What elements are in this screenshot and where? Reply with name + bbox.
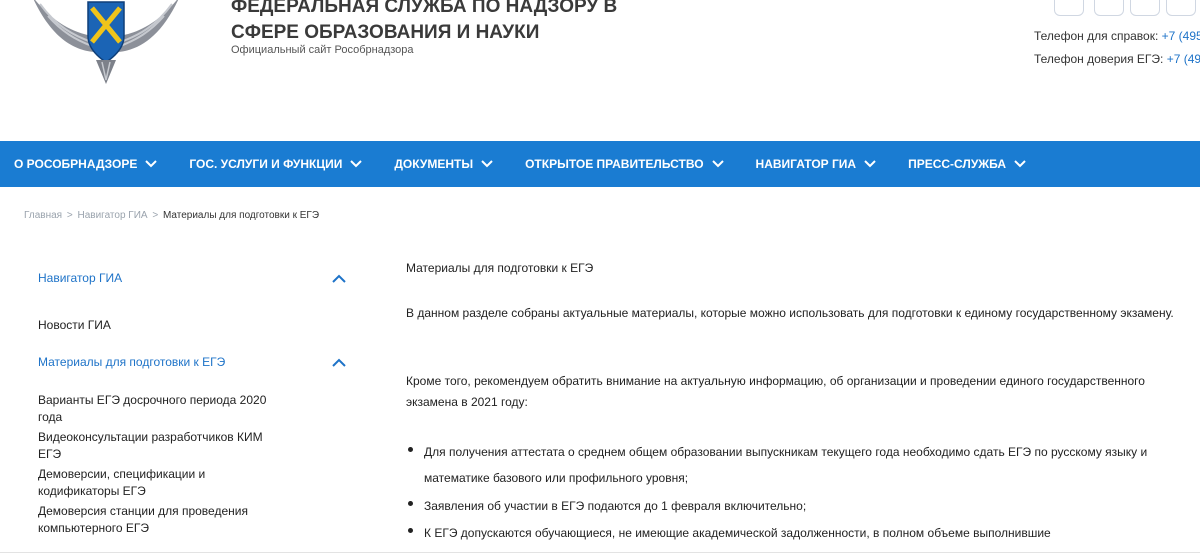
- nav-item-documents[interactable]: ДОКУМЕНТЫ: [394, 157, 493, 171]
- breadcrumb-home-link[interactable]: Главная: [24, 210, 62, 221]
- contact-label: Телефон для справок:: [1034, 29, 1159, 43]
- list-item-text: Для получения аттестата о среднем общем …: [424, 445, 1148, 485]
- list-item-text: К ЕГЭ допускаются обучающиеся, не имеющи…: [424, 526, 1051, 540]
- sidebar-item-video-consultations[interactable]: Видеоконсультации разработчиков КИМ ЕГЭ: [38, 429, 288, 463]
- contact-label: Телефон доверия ЕГЭ:: [1034, 52, 1164, 66]
- nav-item-label: ГОС. УСЛУГИ И ФУНКЦИИ: [189, 157, 343, 171]
- intro-paragraph: В данном разделе собраны актуальные мате…: [406, 306, 1174, 320]
- breadcrumb-separator: >: [66, 210, 73, 221]
- bullet-dot: [408, 501, 413, 506]
- bullet-dot: [408, 447, 413, 452]
- nav-item-label: ПРЕСС-СЛУЖБА: [908, 157, 1006, 171]
- divider: [0, 552, 1200, 553]
- nav-item-press[interactable]: ПРЕСС-СЛУЖБА: [908, 157, 1026, 171]
- list-item-text: Заявления об участии в ЕГЭ подаются до 1…: [424, 499, 807, 513]
- nav-item-label: ДОКУМЕНТЫ: [394, 157, 474, 171]
- sidebar-item-demo-station[interactable]: Демоверсия станции для проведения компью…: [38, 503, 288, 537]
- chevron-down-icon: [711, 160, 724, 168]
- sidebar-item-early-variants[interactable]: Варианты ЕГЭ досрочного периода 2020 год…: [38, 392, 288, 426]
- site-header: Федеральная служба по надзору в сфере об…: [0, 0, 1200, 141]
- sidebar-item-gia-navigator[interactable]: Навигатор ГИА: [38, 270, 288, 287]
- contact-line: Телефон для справок: +7 (495: [1034, 25, 1200, 48]
- contact-phone-link[interactable]: +7 (495: [1167, 52, 1200, 66]
- chevron-up-icon[interactable]: [332, 358, 346, 367]
- contact-phone-link[interactable]: +7 (495: [1162, 29, 1200, 43]
- chevron-down-icon: [350, 160, 363, 168]
- eagle-emblem-icon[interactable]: [22, 0, 190, 88]
- org-title-line: Федеральная служба по надзору в: [231, 0, 618, 17]
- sidebar-item-exam-materials[interactable]: Материалы для подготовки к ЕГЭ: [38, 354, 288, 371]
- chevron-down-icon: [864, 160, 876, 168]
- nav-item-label: ОТКРЫТОЕ ПРАВИТЕЛЬСТВО: [525, 157, 704, 171]
- chevron-down-icon: [1014, 160, 1026, 168]
- nav-item-label: О РОСОБРНАДЗОРЕ: [14, 157, 138, 171]
- chevron-up-icon[interactable]: [332, 274, 346, 283]
- note-paragraph: Кроме того, рекомендуем обратить внимани…: [406, 374, 1145, 409]
- breadcrumb-separator: >: [152, 210, 159, 221]
- org-subtitle: Официальный сайт Рособрнадзора: [231, 44, 414, 56]
- contact-line: Телефон доверия ЕГЭ: +7 (495: [1034, 48, 1200, 71]
- nav-item-label: НАВИГАТОР ГИА: [755, 157, 857, 171]
- nav-item-about[interactable]: О РОСОБРНАДЗОРЕ: [14, 157, 158, 171]
- social-telegram-icon[interactable]: [1094, 0, 1124, 16]
- org-title-line: сфере образования и науки: [231, 22, 540, 43]
- nav-item-gia-navigator[interactable]: НАВИГАТОР ГИА: [756, 157, 877, 171]
- page-heading: Материалы для подготовки к ЕГЭ: [406, 261, 594, 275]
- social-instagram-icon[interactable]: [1130, 0, 1160, 16]
- social-vk-icon[interactable]: [1054, 0, 1084, 16]
- breadcrumb-current: Материалы для подготовки к ЕГЭ: [162, 210, 320, 221]
- chevron-down-icon: [481, 160, 493, 168]
- breadcrumb-section-link[interactable]: Навигатор ГИА: [77, 210, 147, 221]
- nav-item-services[interactable]: ГОС. УСЛУГИ И ФУНКЦИИ: [189, 157, 363, 171]
- contacts: Телефон для справок: +7 (495 Телефон дов…: [1034, 25, 1200, 71]
- bullet-dot: [408, 528, 413, 533]
- sidebar-item-gia-news[interactable]: Новости ГИА: [38, 317, 288, 334]
- org-title: Федеральная служба по надзору в сфере об…: [231, 0, 651, 46]
- social-youtube-icon[interactable]: [1166, 0, 1196, 16]
- breadcrumb: Главная > Навигатор ГИА > Материалы для …: [24, 210, 319, 221]
- main-nav: О РОСОБРНАДЗОРЕ ГОС. УСЛУГИ И ФУНКЦИИ ДО…: [0, 141, 1200, 187]
- nav-item-open-government[interactable]: ОТКРЫТОЕ ПРАВИТЕЛЬСТВО: [525, 157, 724, 171]
- sidebar-item-demo-versions[interactable]: Демоверсии, спецификации и кодификаторы …: [38, 466, 288, 500]
- chevron-down-icon: [145, 160, 158, 168]
